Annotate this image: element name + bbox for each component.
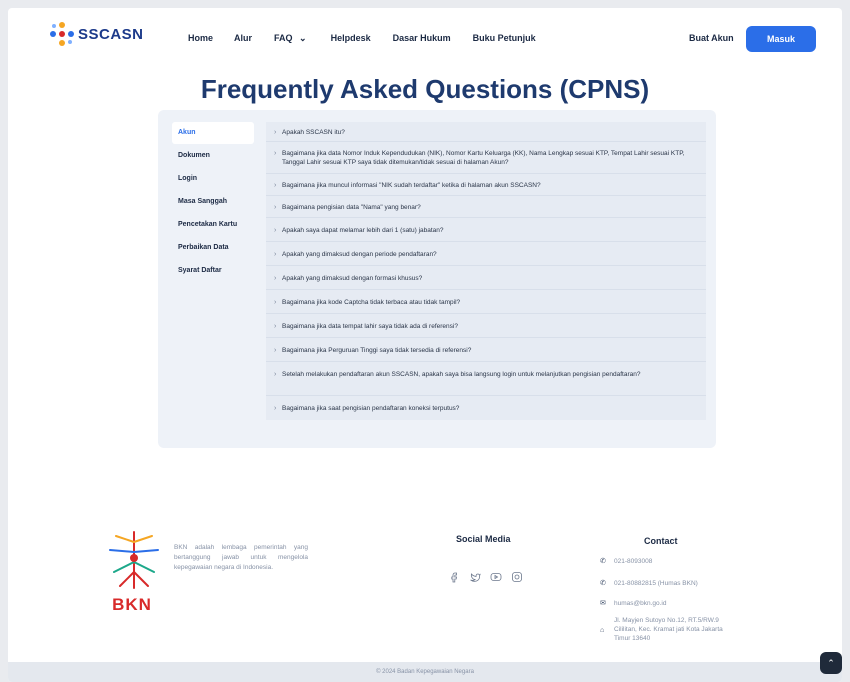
sscasn-logo-mark-icon [50, 22, 74, 46]
envelope-icon: ✉ [600, 600, 606, 607]
logo-text: SSCASN [78, 25, 144, 43]
category-login[interactable]: Login [172, 168, 254, 190]
faq-question: Apakah SSCASN itu? [282, 129, 345, 136]
chevron-right-icon: › [274, 182, 277, 189]
faq-item[interactable]: › Apakah yang dimaksud dengan formasi kh… [266, 266, 706, 290]
social-media-heading: Social Media [456, 534, 511, 544]
back-to-top-button[interactable]: ⌃ [820, 652, 842, 674]
faq-item[interactable]: › Apakah SSCASN itu? [266, 122, 706, 142]
chevron-right-icon: › [274, 405, 277, 412]
faq-question: Bagaimana jika data Nomor Induk Kependud… [282, 150, 685, 166]
faq-item[interactable]: › Bagaimana jika Perguruan Tinggi saya t… [266, 338, 706, 362]
nav-home[interactable]: Home [188, 33, 213, 44]
faq-question-list: › Apakah SSCASN itu? › Bagaimana jika da… [266, 122, 706, 420]
faq-question: Bagaimana jika kode Captcha tidak terbac… [282, 299, 461, 306]
faq-item[interactable]: › Bagaimana pengisian data "Nama" yang b… [266, 196, 706, 218]
faq-item[interactable]: › Bagaimana jika data tempat lahir saya … [266, 314, 706, 338]
masuk-button[interactable]: Masuk [746, 26, 816, 52]
category-masa-sanggah[interactable]: Masa Sanggah [172, 191, 254, 213]
faq-question: Bagaimana jika saat pengisian pendaftara… [282, 405, 460, 412]
nav-buku-petunjuk[interactable]: Buku Petunjuk [473, 33, 536, 44]
faq-item[interactable]: › Apakah saya dapat melamar lebih dari 1… [266, 218, 706, 242]
chevron-right-icon: › [274, 299, 277, 306]
faq-question: Bagaimana jika data tempat lahir saya ti… [282, 323, 458, 330]
faq-item[interactable]: › Bagaimana jika data Nomor Induk Kepend… [266, 142, 706, 174]
contact-heading: Contact [644, 536, 678, 546]
nav-dasar-hukum[interactable]: Dasar Hukum [393, 33, 451, 44]
chevron-right-icon: › [274, 251, 277, 258]
phone-icon: ✆ [600, 558, 606, 565]
facebook-icon[interactable] [448, 570, 460, 583]
bkn-logo-icon [109, 531, 159, 589]
faq-item[interactable]: › Bagaimana jika muncul informasi "NIK s… [266, 174, 706, 196]
page: SSCASN Home Alur FAQ ⌄ Helpdesk Dasar Hu… [8, 8, 842, 682]
contact-email-text: humas@bkn.go.id [614, 600, 667, 607]
nav-faq[interactable]: FAQ ⌄ [274, 33, 307, 44]
footer-description: BKN adalah lembaga pemerintah yang berta… [174, 544, 308, 571]
sscasn-logo[interactable]: SSCASN [50, 22, 144, 46]
contact-email[interactable]: ✉ humas@bkn.go.id [600, 599, 667, 608]
faq-question: Apakah saya dapat melamar lebih dari 1 (… [282, 227, 444, 234]
chevron-right-icon: › [274, 371, 277, 378]
nav-alur[interactable]: Alur [234, 33, 252, 44]
bkn-wordmark: BKN [112, 595, 152, 614]
chevron-right-icon: › [274, 129, 277, 136]
category-dokumen[interactable]: Dokumen [172, 145, 254, 167]
instagram-icon[interactable] [511, 570, 523, 582]
phone-icon: ✆ [600, 580, 606, 587]
faq-question: Apakah yang dimaksud dengan formasi khus… [282, 275, 423, 282]
social-media-links [448, 570, 523, 583]
copyright-bar: © 2024 Badan Kepegawaian Negara [8, 662, 842, 682]
faq-item[interactable]: › Setelah melakukan pendaftaran akun SSC… [266, 362, 706, 396]
faq-item[interactable]: › Apakah yang dimaksud dengan periode pe… [266, 242, 706, 266]
home-icon: ⌂ [600, 627, 605, 634]
twitter-icon[interactable] [469, 570, 481, 582]
category-akun[interactable]: Akun [172, 122, 254, 144]
faq-question: Apakah yang dimaksud dengan periode pend… [282, 251, 437, 258]
faq-item[interactable]: › Bagaimana jika saat pengisian pendafta… [266, 396, 706, 420]
main-nav: Home Alur FAQ ⌄ Helpdesk Dasar Hukum Buk… [188, 33, 536, 44]
buat-akun-link[interactable]: Buat Akun [689, 33, 734, 43]
nav-faq-label: FAQ [274, 33, 293, 43]
top-navbar: SSCASN Home Alur FAQ ⌄ Helpdesk Dasar Hu… [8, 8, 842, 66]
chevron-right-icon: › [274, 347, 277, 354]
contact-phone-2-text: 021-80882815 (Humas BKN) [614, 580, 698, 587]
faq-category-list: Akun Dokumen Login Masa Sanggah Pencetak… [172, 122, 254, 283]
chevron-right-icon: › [274, 227, 277, 234]
contact-phone-2[interactable]: ✆ 021-80882815 (Humas BKN) [600, 579, 698, 588]
chevron-right-icon: › [274, 150, 277, 157]
contact-address-text: Jl. Mayjen Sutoyo No.12, RT.5/RW.9 Cilil… [614, 617, 723, 642]
faq-question: Bagaimana jika muncul informasi "NIK sud… [282, 182, 541, 189]
contact-phone-1-text: 021-8093008 [614, 558, 653, 565]
faq-item[interactable]: › Bagaimana jika kode Captcha tidak terb… [266, 290, 706, 314]
contact-address: ⌂ Jl. Mayjen Sutoyo No.12, RT.5/RW.9 Cil… [600, 616, 800, 643]
chevron-right-icon: › [274, 323, 277, 330]
chevron-right-icon: › [274, 275, 277, 282]
category-perbaikan-data[interactable]: Perbaikan Data [172, 237, 254, 259]
category-syarat-daftar[interactable]: Syarat Daftar [172, 260, 254, 282]
chevron-up-icon: ⌃ [827, 658, 835, 668]
faq-panel: Akun Dokumen Login Masa Sanggah Pencetak… [158, 110, 716, 448]
youtube-icon[interactable] [490, 570, 502, 582]
page-title: Frequently Asked Questions (CPNS) [200, 74, 650, 104]
chevron-right-icon: › [274, 204, 277, 211]
faq-question: Bagaimana jika Perguruan Tinggi saya tid… [282, 347, 472, 354]
category-pencetakan-kartu[interactable]: Pencetakan Kartu [172, 214, 254, 236]
nav-helpdesk[interactable]: Helpdesk [331, 33, 371, 44]
faq-question: Setelah melakukan pendaftaran akun SSCAS… [282, 371, 641, 378]
faq-question: Bagaimana pengisian data "Nama" yang ben… [282, 204, 421, 211]
contact-phone-1[interactable]: ✆ 021-8093008 [600, 557, 652, 566]
chevron-down-icon: ⌄ [299, 33, 307, 43]
